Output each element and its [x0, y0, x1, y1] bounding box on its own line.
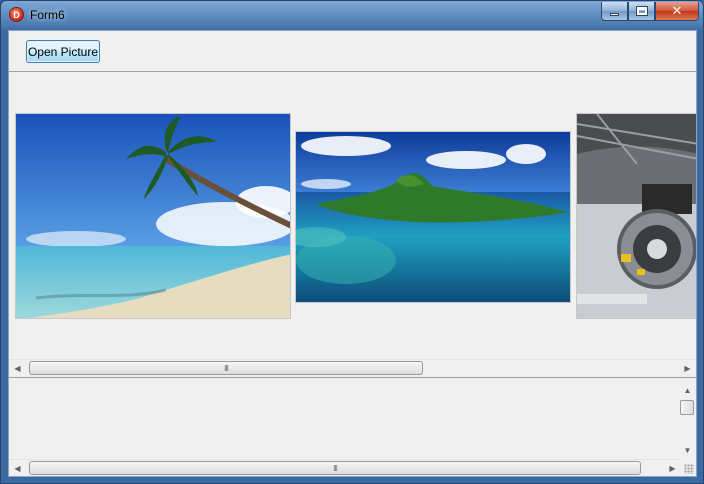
picture-scroll-box[interactable]: [9, 73, 696, 377]
memo-scroll-right-arrow-icon[interactable]: ▶: [664, 460, 681, 476]
beach-image: [16, 114, 290, 318]
application-window: D Form6 ✕ Open Picture ◀ III ▶ ▲ ▼ ◀ III…: [0, 0, 704, 484]
memo-horizontal-scrollbar[interactable]: ◀ III ▶: [9, 459, 681, 476]
machinery-image: [577, 114, 696, 318]
island-image: [296, 132, 570, 302]
grip-icon: III: [333, 463, 338, 473]
grip-icon: III: [224, 363, 229, 373]
memo-scroll-left-arrow-icon[interactable]: ◀: [9, 460, 26, 476]
memo-vertical-thumb[interactable]: [680, 400, 694, 415]
size-grip-icon[interactable]: [684, 464, 694, 474]
window-title: Form6: [30, 8, 65, 22]
app-icon-letter: D: [13, 9, 20, 20]
picture-island: [295, 131, 571, 303]
open-picture-button[interactable]: Open Picture: [26, 40, 100, 63]
close-button[interactable]: ✕: [655, 2, 699, 21]
scroll-right-arrow-icon[interactable]: ▶: [679, 360, 696, 376]
picture-machinery: [576, 113, 696, 319]
maximize-button[interactable]: [628, 2, 655, 21]
memo-scrollbar-thumb[interactable]: III: [29, 461, 641, 475]
app-icon[interactable]: D: [9, 7, 24, 22]
caption-buttons: ✕: [601, 2, 699, 21]
picture-beach: [15, 113, 291, 319]
title-bar[interactable]: D Form6 ✕: [1, 1, 703, 29]
form-client-area: Open Picture ◀ III ▶ ▲ ▼ ◀ III ▶: [8, 30, 697, 477]
memo-vertical-scrollbar[interactable]: ▲ ▼: [679, 378, 696, 458]
minimize-icon: [610, 12, 619, 16]
maximize-icon: [635, 6, 648, 16]
pictures-horizontal-scrollbar[interactable]: ◀ III ▶: [9, 359, 696, 376]
scroll-left-arrow-icon[interactable]: ◀: [9, 360, 26, 376]
toolbar-panel: Open Picture: [9, 31, 696, 72]
scroll-down-arrow-icon[interactable]: ▼: [679, 442, 696, 458]
close-icon: ✕: [671, 3, 683, 18]
scroll-up-arrow-icon[interactable]: ▲: [679, 382, 696, 398]
minimize-button[interactable]: [601, 2, 628, 21]
pictures-scrollbar-thumb[interactable]: III: [29, 361, 423, 375]
